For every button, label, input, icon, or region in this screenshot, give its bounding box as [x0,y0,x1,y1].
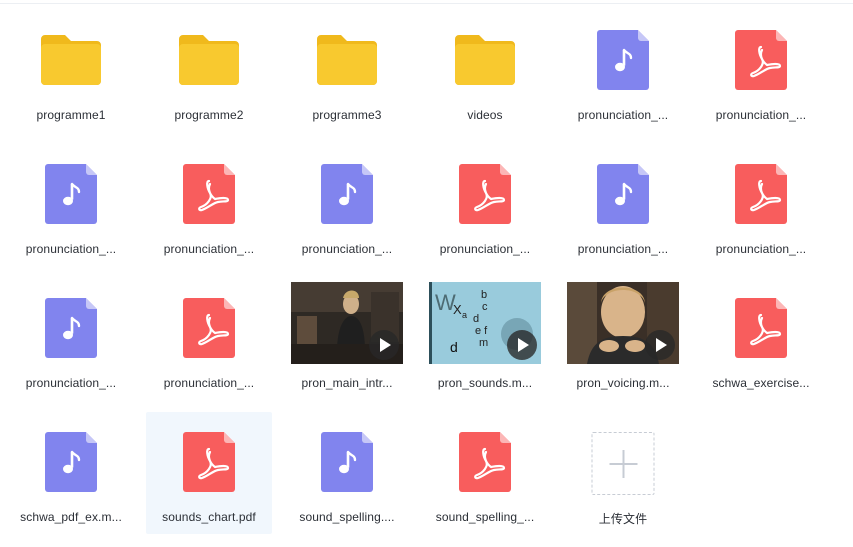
pdf-file-icon [459,432,511,492]
file-item[interactable]: sound_spelling.... [284,412,410,534]
file-name: videos [467,108,503,122]
file-name: pronunciation_... [25,376,117,390]
svg-text:d: d [473,313,479,325]
music-file-icon [321,164,373,224]
pdf-file-icon [183,164,235,224]
music-file-icon [45,432,97,492]
file-item[interactable]: sound_spelling_... [422,412,548,534]
music-file-icon [321,432,373,492]
file-item[interactable]: pronunciation_... [698,144,824,266]
file-item[interactable]: pronunciation_... [146,144,272,266]
file-item[interactable]: pronunciation_... [698,10,824,132]
folder-item[interactable]: videos [422,10,548,132]
pdf-file-icon [459,164,511,224]
play-icon [507,330,537,360]
file-name: pronunciation_... [577,242,669,256]
play-icon [369,330,399,360]
file-name: pronunciation_... [301,242,393,256]
pdf-file-icon [183,298,235,358]
file-item[interactable]: schwa_pdf_ex.m... [8,412,134,534]
file-name: programme1 [36,108,106,122]
file-name: pron_voicing.m... [576,376,670,390]
music-file-icon [597,30,649,90]
folder-icon [41,35,101,85]
file-name: pron_main_intr... [301,376,393,390]
svg-text:d: d [450,339,458,355]
file-item[interactable]: pron_voicing.m... [560,278,686,400]
pdf-file-icon [735,298,787,358]
file-name: pronunciation_... [577,108,669,122]
svg-text:X: X [453,302,462,317]
folder-icon [317,35,377,85]
upload-button[interactable]: 上传文件 [560,412,686,534]
file-item[interactable]: pron_main_intr... [284,278,410,400]
file-name: pronunciation_... [715,242,807,256]
file-item[interactable]: W X a b c d e f m d pron_sounds.m... [422,278,548,400]
video-thumbnail [567,282,679,364]
svg-text:a: a [462,310,467,320]
file-item[interactable]: pronunciation_... [284,144,410,266]
music-file-icon [45,164,97,224]
file-item[interactable]: sounds_chart.pdf [146,412,272,534]
file-name: schwa_exercise... [712,376,810,390]
plus-icon [591,432,655,495]
file-item[interactable]: pronunciation_... [8,278,134,400]
file-name: pronunciation_... [163,242,255,256]
folder-icon [455,35,515,85]
pdf-file-icon [183,432,235,492]
file-item[interactable]: pronunciation_... [560,10,686,132]
file-name: pronunciation_... [25,242,117,256]
file-item[interactable]: pronunciation_... [422,144,548,266]
pdf-file-icon [735,30,787,90]
play-icon [645,330,675,360]
svg-text:b: b [481,289,487,301]
file-grid: programme1 programme2 programme3 videos … [0,0,853,547]
file-name: programme2 [174,108,244,122]
svg-text:c: c [482,301,488,313]
file-name: 上传文件 [598,512,648,526]
file-item[interactable]: schwa_exercise... [698,278,824,400]
video-thumbnail [291,282,403,364]
file-name: pronunciation_... [163,376,255,390]
file-name: sounds_chart.pdf [162,510,256,524]
svg-text:m: m [479,337,488,349]
file-name: sound_spelling_... [435,510,535,524]
file-name: schwa_pdf_ex.m... [20,510,122,524]
folder-icon [179,35,239,85]
folder-item[interactable]: programme3 [284,10,410,132]
file-item[interactable]: pronunciation_... [8,144,134,266]
file-item[interactable]: pronunciation_... [560,144,686,266]
file-name: pron_sounds.m... [437,376,533,390]
folder-item[interactable]: programme2 [146,10,272,132]
file-name: programme3 [312,108,382,122]
file-name: pronunciation_... [439,242,531,256]
pdf-file-icon [735,164,787,224]
folder-item[interactable]: programme1 [8,10,134,132]
file-name: sound_spelling.... [299,510,395,524]
video-thumbnail: W X a b c d e f m d [429,282,541,364]
file-item[interactable]: pronunciation_... [146,278,272,400]
svg-text:e f: e f [475,325,488,337]
file-name: pronunciation_... [715,108,807,122]
music-file-icon [597,164,649,224]
music-file-icon [45,298,97,358]
